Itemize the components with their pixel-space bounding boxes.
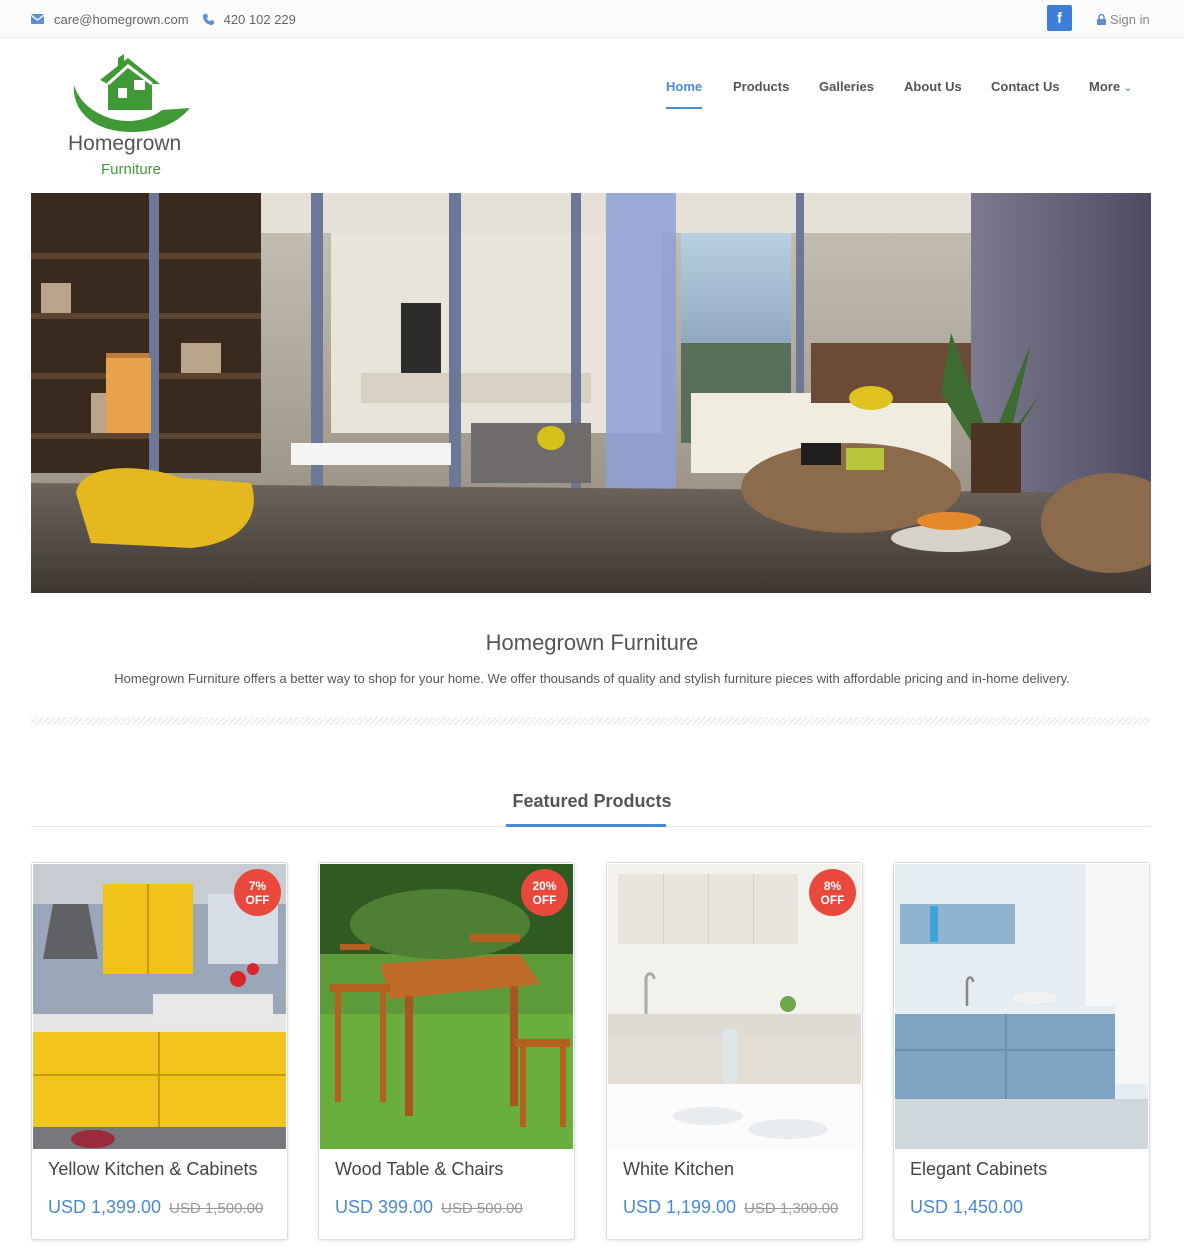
sign-in-label: Sign in — [1110, 11, 1150, 27]
product-name[interactable]: Elegant Cabinets — [910, 1159, 1135, 1180]
nav-products[interactable]: Products — [733, 79, 789, 94]
featured-products-title: Featured Products — [512, 791, 672, 811]
product-price: USD 399.00 — [335, 1197, 434, 1217]
chevron-down-icon: ⌄ — [1123, 83, 1133, 94]
facebook-button[interactable]: f — [1047, 5, 1072, 31]
product-card[interactable]: 7% OFF Yellow Kitchen & Cabinets USD 1,3… — [31, 862, 288, 1240]
envelope-icon — [31, 14, 44, 24]
product-old-price: USD 500.00 — [441, 1200, 523, 1217]
discount-off-label: OFF — [820, 892, 845, 907]
nav-home[interactable]: Home — [666, 79, 703, 109]
product-card[interactable]: Elegant Cabinets USD 1,450.00 — [893, 862, 1150, 1240]
nav-more[interactable]: More ⌄ — [1089, 79, 1132, 94]
product-card[interactable]: 20% OFF Wood Table & Chairs USD 399.00 US… — [318, 862, 575, 1240]
product-image[interactable] — [895, 864, 1148, 1149]
product-card[interactable]: 8% OFF White Kitchen USD 1,199.00 USD 1,3… — [606, 862, 863, 1240]
discount-off-label: OFF — [245, 892, 270, 907]
email-contact[interactable]: care@homegrown.com — [31, 12, 189, 27]
phone-contact[interactable]: 420 102 229 — [202, 11, 296, 27]
discount-badge: 7% OFF — [234, 869, 281, 916]
nav-more-label: More — [1089, 79, 1121, 94]
product-price: USD 1,399.00 — [48, 1197, 162, 1217]
main-nav: Home Products Galleries About Us Contact… — [0, 70, 1184, 110]
product-old-price: USD 1,500.00 — [169, 1200, 264, 1217]
nav-about-us[interactable]: About Us — [904, 79, 962, 94]
brand-subname: Furniture — [101, 161, 161, 178]
product-name[interactable]: White Kitchen — [623, 1159, 848, 1180]
discount-percent: 20% — [532, 878, 557, 893]
product-name[interactable]: Wood Table & Chairs — [335, 1159, 560, 1180]
discount-badge: 8% OFF — [809, 869, 856, 916]
product-price-row: USD 1,399.00 USD 1,500.00 — [48, 1197, 263, 1218]
lock-icon — [1097, 13, 1106, 25]
product-price: USD 1,450.00 — [910, 1197, 1024, 1217]
intro-title: Homegrown Furniture — [485, 630, 699, 655]
phone-text: 420 102 229 — [223, 11, 296, 27]
section-divider — [31, 717, 1151, 725]
nav-galleries[interactable]: Galleries — [819, 79, 874, 94]
brand-name: Homegrown — [68, 132, 181, 155]
product-price-row: USD 1,450.00 — [910, 1197, 1023, 1218]
top-bar: care@homegrown.com 420 102 229 f Sign in — [0, 0, 1184, 38]
phone-icon — [202, 13, 214, 25]
contact-info: care@homegrown.com 420 102 229 — [31, 0, 310, 38]
discount-percent: 8% — [823, 878, 842, 893]
product-price-row: USD 1,199.00 USD 1,300.00 — [623, 1197, 838, 1218]
product-name[interactable]: Yellow Kitchen & Cabinets — [48, 1159, 273, 1180]
email-text: care@homegrown.com — [54, 11, 189, 27]
product-old-price: USD 1,300.00 — [744, 1200, 839, 1217]
nav-contact-us[interactable]: Contact Us — [991, 79, 1060, 94]
facebook-icon: f — [1057, 9, 1062, 27]
product-price-row: USD 399.00 USD 500.00 — [335, 1197, 523, 1218]
sign-in-link[interactable]: Sign in — [1097, 0, 1150, 38]
featured-title-underline — [506, 824, 666, 827]
discount-badge: 20% OFF — [521, 869, 568, 916]
product-price: USD 1,199.00 — [623, 1197, 737, 1217]
discount-percent: 7% — [248, 878, 267, 893]
intro-text: Homegrown Furniture offers a better way … — [114, 671, 1070, 686]
discount-off-label: OFF — [532, 892, 557, 907]
hero-banner-image — [31, 193, 1151, 593]
